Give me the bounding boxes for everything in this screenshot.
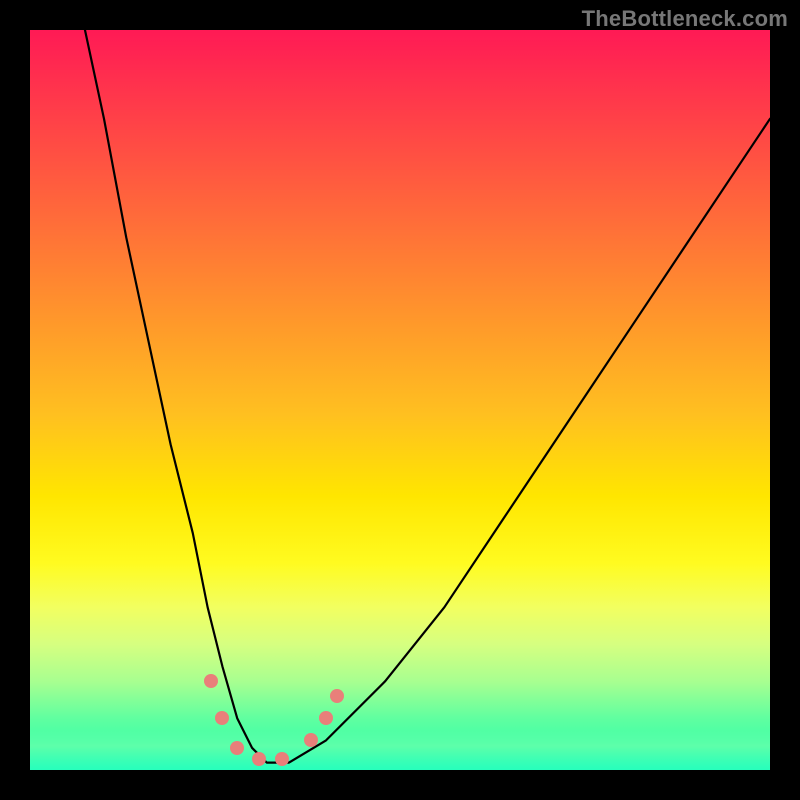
data-marker [275,752,289,766]
chart-frame: TheBottleneck.com [0,0,800,800]
bottleneck-curve [30,30,770,770]
data-marker [319,711,333,725]
plot-area [30,30,770,770]
data-marker [204,674,218,688]
data-marker [230,741,244,755]
data-marker [304,733,318,747]
data-marker [215,711,229,725]
data-marker [330,689,344,703]
data-marker [252,752,266,766]
curve-path [82,30,770,763]
watermark-text: TheBottleneck.com [582,6,788,32]
